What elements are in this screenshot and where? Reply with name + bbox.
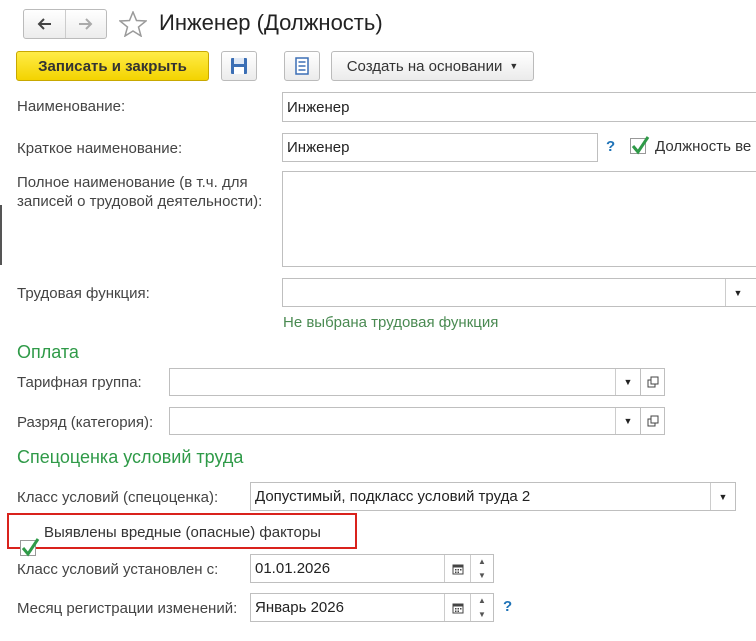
page-title: Инженер (Должность) bbox=[159, 10, 383, 35]
grade-label: Разряд (категория): bbox=[17, 414, 154, 431]
checkmark-icon bbox=[21, 538, 40, 557]
name-input[interactable]: Инженер bbox=[282, 92, 756, 122]
spin-down-icon[interactable]: ▼ bbox=[471, 569, 493, 583]
labor-function-hint: Не выбрана трудовая функция bbox=[283, 314, 499, 331]
open-window-icon bbox=[647, 415, 658, 427]
registration-month-label: Месяц регистрации изменений: bbox=[17, 600, 238, 617]
create-based-on-button[interactable]: Создать на основании ▼ bbox=[331, 51, 534, 81]
checkmark-icon bbox=[631, 136, 650, 155]
forward-button[interactable] bbox=[64, 10, 107, 38]
chevron-down-icon: ▼ bbox=[718, 491, 728, 502]
conditions-class-value: Допустимый, подкласс условий труда 2 bbox=[255, 488, 531, 505]
window-edge bbox=[0, 205, 2, 265]
harmful-factors-label: Выявлены вредные (опасные) факторы bbox=[44, 524, 321, 541]
create-based-on-label: Создать на основании bbox=[346, 57, 503, 75]
labor-function-label: Трудовая функция: bbox=[17, 285, 150, 302]
conditions-class-label: Класс условий (спецоценка): bbox=[17, 489, 219, 506]
floppy-disk-icon bbox=[231, 58, 247, 74]
short-name-input[interactable]: Инженер bbox=[282, 133, 598, 162]
document-list-button[interactable] bbox=[284, 51, 320, 81]
chevron-down-icon: ▼ bbox=[509, 61, 519, 71]
class-set-from-label: Класс условий установлен с: bbox=[17, 561, 219, 578]
name-label: Наименование: bbox=[17, 98, 126, 115]
star-icon[interactable] bbox=[119, 11, 147, 37]
back-button[interactable] bbox=[24, 10, 65, 38]
labor-function-dropdown[interactable]: ▼ bbox=[725, 279, 750, 306]
open-window-icon bbox=[647, 376, 658, 388]
chevron-down-icon: ▼ bbox=[733, 287, 743, 298]
grade-input[interactable]: ▼ bbox=[169, 407, 641, 435]
calendar-icon bbox=[452, 603, 464, 613]
full-name-label-line1: Полное наименование (в т.ч. для bbox=[17, 174, 248, 191]
position-checkbox-label: Должность ве bbox=[655, 138, 752, 155]
chevron-down-icon: ▼ bbox=[623, 377, 633, 387]
calendar-icon bbox=[452, 564, 464, 574]
class-set-from-input[interactable]: 01.01.2026 ▲ ▼ bbox=[250, 554, 494, 583]
position-checkbox[interactable] bbox=[630, 136, 650, 155]
tariff-group-dropdown[interactable]: ▼ bbox=[615, 369, 640, 395]
labor-function-input[interactable]: ▼ bbox=[282, 278, 756, 307]
full-name-label-line2: записей о трудовой деятельности): bbox=[17, 193, 263, 210]
tariff-group-open-button[interactable] bbox=[640, 368, 665, 396]
conditions-class-dropdown[interactable]: ▼ bbox=[710, 483, 735, 510]
class-set-from-spinner[interactable]: ▲ ▼ bbox=[470, 555, 493, 582]
save-and-close-button[interactable]: Записать и закрыть bbox=[16, 51, 209, 81]
tariff-group-label: Тарифная группа: bbox=[17, 374, 142, 391]
spin-up-icon[interactable]: ▲ bbox=[471, 594, 493, 608]
registration-month-spinner[interactable]: ▲ ▼ bbox=[470, 594, 493, 621]
spin-down-icon[interactable]: ▼ bbox=[471, 608, 493, 622]
full-name-textarea[interactable] bbox=[282, 171, 756, 267]
conditions-class-select[interactable]: Допустимый, подкласс условий труда 2 ▼ bbox=[250, 482, 736, 511]
special-assessment-section-title: Спецоценка условий труда bbox=[17, 447, 244, 467]
forward-arrow-icon bbox=[78, 18, 93, 30]
payment-section-title: Оплата bbox=[17, 342, 79, 362]
short-name-label: Краткое наименование: bbox=[17, 140, 183, 157]
grade-open-button[interactable] bbox=[640, 407, 665, 435]
grade-dropdown[interactable]: ▼ bbox=[615, 408, 640, 434]
registration-month-calendar-button[interactable] bbox=[444, 594, 471, 621]
class-set-from-value: 01.01.2026 bbox=[255, 560, 331, 577]
save-button[interactable] bbox=[221, 51, 257, 81]
registration-month-input[interactable]: Январь 2026 ▲ ▼ bbox=[250, 593, 494, 622]
back-arrow-icon bbox=[37, 18, 52, 30]
short-name-help[interactable]: ? bbox=[606, 138, 615, 155]
chevron-down-icon: ▼ bbox=[623, 416, 633, 426]
harmful-factors-checkbox[interactable] bbox=[20, 538, 40, 557]
registration-month-value: Январь 2026 bbox=[255, 599, 344, 616]
tariff-group-input[interactable]: ▼ bbox=[169, 368, 641, 396]
navigation-group bbox=[23, 9, 107, 39]
spin-up-icon[interactable]: ▲ bbox=[471, 555, 493, 569]
class-set-from-calendar-button[interactable] bbox=[444, 555, 471, 582]
registration-month-help[interactable]: ? bbox=[503, 598, 512, 615]
document-list-icon bbox=[295, 57, 309, 75]
